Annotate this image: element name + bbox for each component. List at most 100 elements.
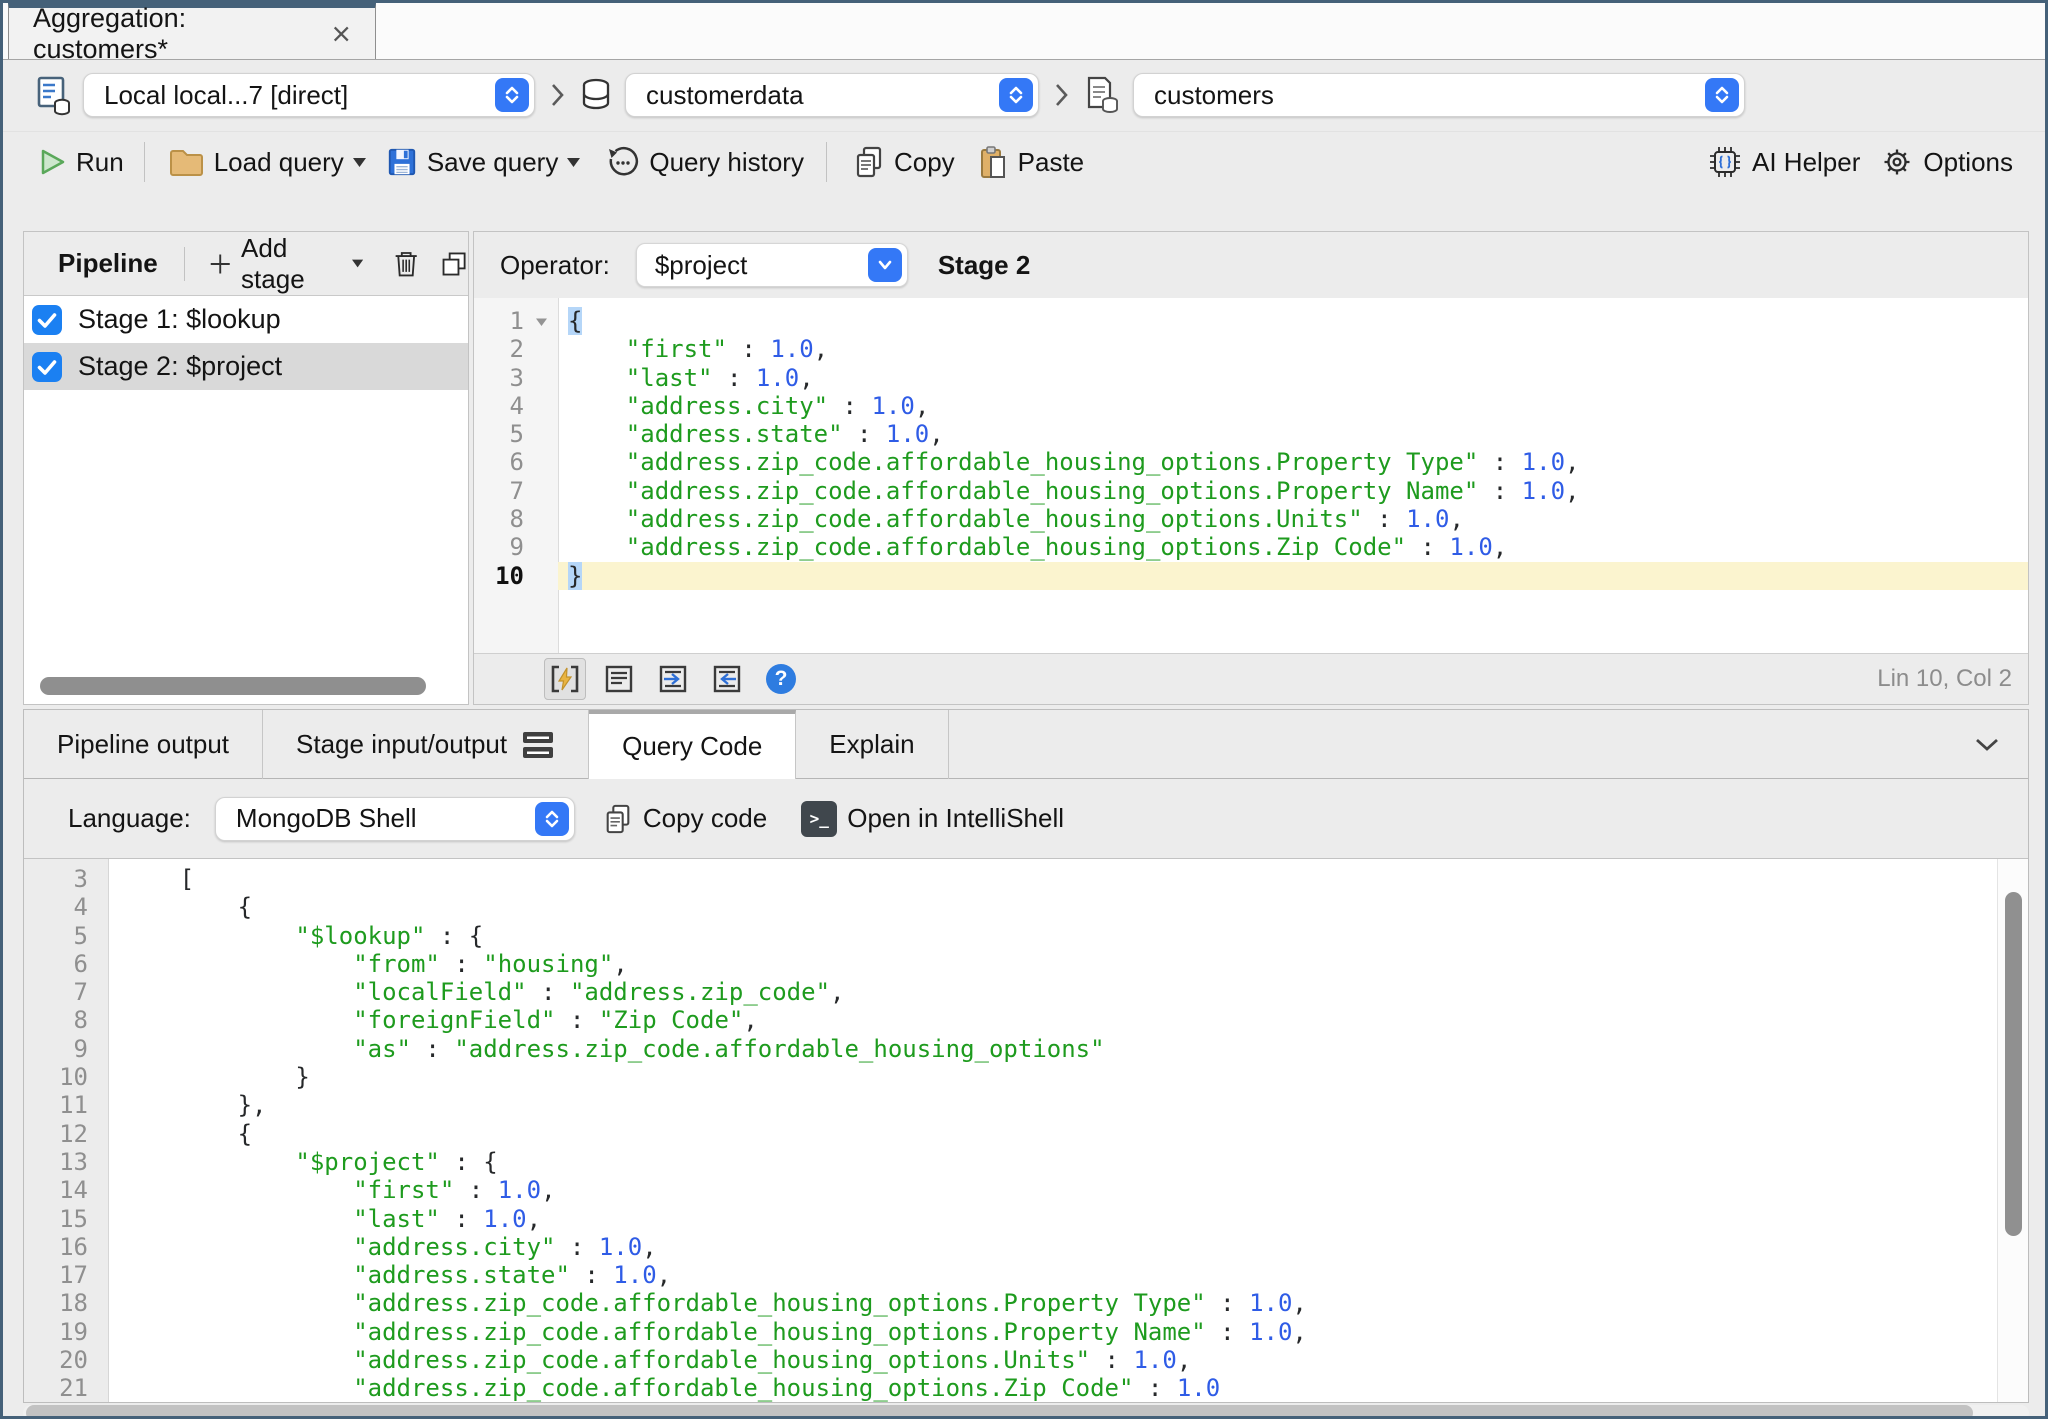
vertical-scrollbar-thumb[interactable] [2005,892,2022,1236]
code-line[interactable]: 14 "first" : 1.0, [24,1176,1998,1204]
stepper-icon[interactable] [495,78,529,112]
code-line[interactable]: 17 "address.state" : 1.0, [24,1261,1998,1289]
collapse-chevron-icon[interactable] [1974,737,2000,753]
options-button[interactable]: Options [1880,145,2013,179]
pipeline-panel: Pipeline Add stage [23,231,469,705]
code-line[interactable]: 2 "first" : 1.0, [474,335,2028,363]
caret-down-icon [353,158,366,167]
format-lines-button[interactable] [598,658,640,700]
code-line[interactable]: 15 "last" : 1.0, [24,1205,1998,1233]
code-line[interactable]: 11 }, [24,1091,1998,1119]
copy-button[interactable]: Copy [853,145,955,179]
help-icon[interactable]: ? [766,664,796,694]
code-line[interactable]: 9 "address.zip_code.affordable_housing_o… [474,533,2028,561]
tab-pipeline-output[interactable]: Pipeline output [24,710,263,779]
fold-gutter [524,562,558,590]
code-line[interactable]: 1{ [474,307,2028,335]
code-line[interactable]: 8 "address.zip_code.affordable_housing_o… [474,505,2028,533]
load-query-button[interactable]: Load query [169,147,366,178]
code-line[interactable]: 8 "foreignField" : "Zip Code", [24,1006,1998,1034]
code-text: { [108,1120,1998,1148]
open-intellishell-button[interactable]: >_ Open in IntelliShell [801,801,1064,837]
stage-editor-panel: Operator: $project Stage 2 1{2 "first" :… [473,231,2029,705]
stepper-icon[interactable] [1705,78,1739,112]
vertical-scrollbar-track[interactable] [1997,859,2028,1402]
stage-row-2[interactable]: Stage 2: $project [24,343,468,390]
tab-stage-input-output[interactable]: Stage input/output [263,710,589,779]
fold-gutter [88,865,108,893]
pipeline-horizontal-scrollbar[interactable] [40,677,426,695]
ai-helper-button[interactable]: AI Helper [1707,144,1860,180]
code-line[interactable]: 20 "address.zip_code.affordable_housing_… [24,1346,1998,1374]
stage-row-1[interactable]: Stage 1: $lookup [24,296,468,343]
query-code-editor[interactable]: 3 [4 {5 "$lookup" : {6 "from" : "housing… [24,859,1998,1402]
code-line[interactable]: 18 "address.zip_code.affordable_housing_… [24,1289,1998,1317]
fold-arrow-icon[interactable] [524,307,558,335]
line-number: 8 [24,1006,88,1034]
code-text: "address.zip_code.affordable_housing_opt… [108,1289,1998,1317]
query-history-button[interactable]: Query history [606,145,804,179]
connection-select[interactable]: Local local...7 [direct] [83,73,535,117]
code-line[interactable]: 19 "address.zip_code.affordable_housing_… [24,1318,1998,1346]
code-line[interactable]: 4 { [24,893,1998,921]
code-line[interactable]: 6 "address.zip_code.affordable_housing_o… [474,448,2028,476]
stepper-icon[interactable] [535,802,569,836]
gear-icon [1880,145,1914,179]
add-stage-button[interactable]: Add stage [209,233,364,295]
database-select[interactable]: customerdata [625,73,1039,117]
code-line[interactable]: 5 "address.state" : 1.0, [474,420,2028,448]
code-line[interactable]: 3 "last" : 1.0, [474,364,2028,392]
code-line[interactable]: 21 "address.zip_code.affordable_housing_… [24,1374,1998,1402]
indent-right-button[interactable] [652,658,694,700]
tab-label: Aggregation: customers* [33,3,309,65]
code-line[interactable]: 6 "from" : "housing", [24,950,1998,978]
tab-explain[interactable]: Explain [796,710,948,779]
code-line[interactable]: 4 "address.city" : 1.0, [474,392,2028,420]
code-line[interactable]: 13 "$project" : { [24,1148,1998,1176]
stage-code-editor[interactable]: 1{2 "first" : 1.0,3 "last" : 1.0,4 "addr… [474,298,2028,654]
duplicate-stage-icon[interactable] [440,248,468,280]
stage-1-checkbox[interactable] [32,305,62,335]
delete-stage-icon[interactable] [393,248,419,280]
format-document-button[interactable] [544,658,586,700]
fold-gutter [524,335,558,363]
code-line[interactable]: 3 [ [24,865,1998,893]
language-select[interactable]: MongoDB Shell [215,797,575,841]
code-text: "first" : 1.0, [108,1176,1998,1204]
paste-button[interactable]: Paste [977,145,1085,179]
stage-2-checkbox[interactable] [32,352,62,382]
code-line[interactable]: 10} [474,562,2028,590]
close-icon[interactable] [331,23,352,45]
line-number: 12 [24,1120,88,1148]
connection-value: Local local...7 [direct] [104,80,348,111]
run-button[interactable]: Run [37,147,124,178]
toolbar-separator [144,142,145,182]
operator-value: $project [655,250,748,281]
tab-query-code[interactable]: Query Code [589,710,796,779]
copy-code-button[interactable]: Copy code [603,803,767,835]
chevron-down-icon[interactable] [868,248,902,282]
code-line[interactable]: 7 "localField" : "address.zip_code", [24,978,1998,1006]
fold-gutter [88,893,108,921]
code-line[interactable]: 9 "as" : "address.zip_code.affordable_ho… [24,1035,1998,1063]
fold-gutter [88,1205,108,1233]
code-text: [ [108,865,1998,893]
code-line[interactable]: 12 { [24,1120,1998,1148]
horizontal-scrollbar-track[interactable] [23,1405,2029,1419]
fold-gutter [524,364,558,392]
operator-label: Operator: [500,250,610,281]
stepper-icon[interactable] [999,78,1033,112]
fold-gutter [524,477,558,505]
tab-aggregation-customers[interactable]: Aggregation: customers* [8,3,376,59]
code-line[interactable]: 10 } [24,1063,1998,1091]
indent-left-button[interactable] [706,658,748,700]
code-line[interactable]: 7 "address.zip_code.affordable_housing_o… [474,477,2028,505]
code-line[interactable]: 5 "$lookup" : { [24,922,1998,950]
code-line[interactable]: 16 "address.city" : 1.0, [24,1233,1998,1261]
save-query-button[interactable]: Save query [386,146,581,178]
horizontal-scrollbar-thumb[interactable] [26,1405,1973,1419]
operator-select[interactable]: $project [636,243,908,287]
fold-gutter [88,1289,108,1317]
fold-gutter [524,505,558,533]
collection-select[interactable]: customers [1133,73,1745,117]
